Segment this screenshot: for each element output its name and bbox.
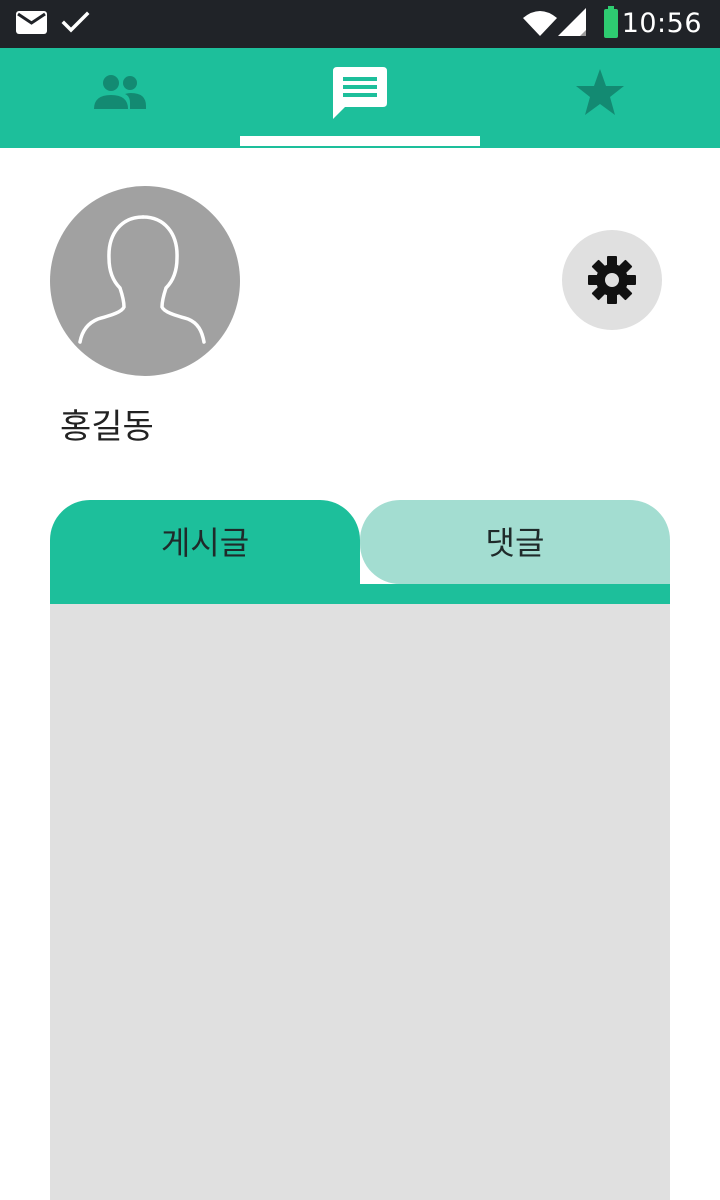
wifi-icon — [523, 11, 557, 36]
settings-button[interactable] — [562, 230, 662, 330]
tab-people[interactable] — [0, 48, 240, 148]
tab-underline-strip — [50, 584, 670, 604]
content-list-panel[interactable] — [50, 604, 670, 1200]
content-card: 게시글 댓글 — [50, 500, 670, 1200]
tab-favorites[interactable] — [480, 48, 720, 148]
gear-icon — [588, 256, 636, 304]
top-nav — [0, 48, 720, 148]
status-right-icons — [523, 6, 618, 38]
status-time: 10:56 — [621, 8, 702, 39]
battery-icon — [604, 6, 618, 38]
tab-comments[interactable]: 댓글 — [360, 500, 670, 584]
tab-comments-label: 댓글 — [485, 524, 545, 562]
mail-icon — [16, 11, 47, 34]
tab-posts-label: 게시글 — [160, 524, 250, 562]
nav-selected-indicator — [240, 136, 480, 146]
status-bar: 10:56 — [0, 0, 720, 48]
profile-name: 홍길동 — [60, 407, 154, 447]
avatar[interactable] — [50, 186, 240, 376]
star-icon — [576, 69, 624, 115]
signal-icon — [558, 8, 586, 36]
chat-icon — [333, 67, 387, 119]
app-screen: 10:56 홍길동 게시글 댓글 — [0, 0, 720, 1200]
tab-chat[interactable] — [240, 48, 480, 148]
check-icon — [61, 11, 90, 33]
status-left-icons — [16, 11, 90, 34]
people-icon — [94, 75, 146, 109]
person-silhouette-icon — [78, 215, 206, 344]
